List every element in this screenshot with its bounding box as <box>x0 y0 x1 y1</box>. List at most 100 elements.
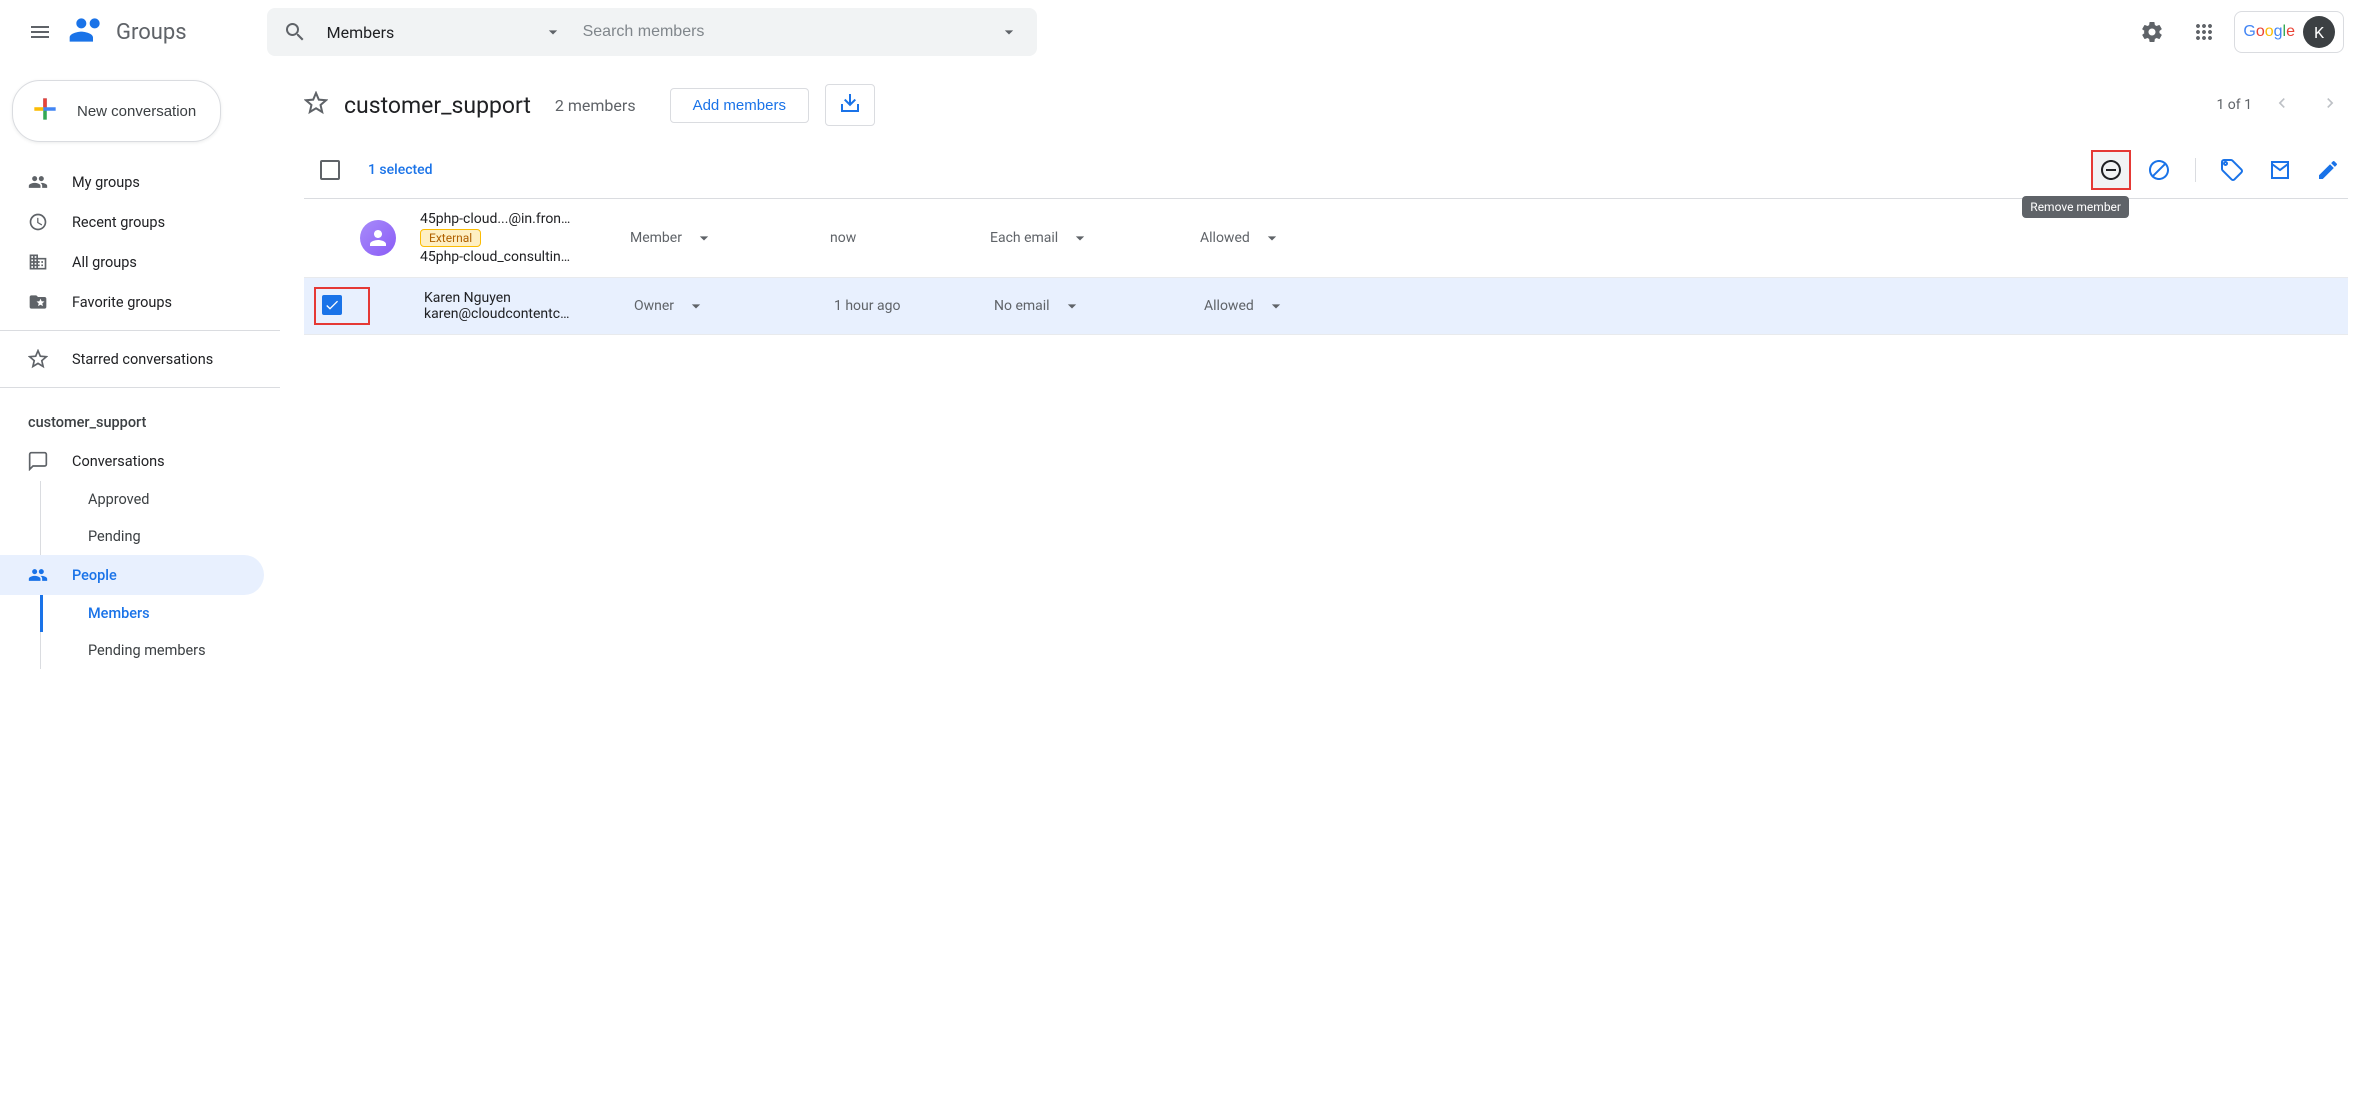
conversations-icon <box>28 451 52 471</box>
search-scope-dropdown[interactable]: Members <box>315 22 575 42</box>
member-info: 45php-cloud...@in.fron… External 45php-clo… <box>420 211 630 265</box>
ban-member-button[interactable] <box>2139 150 2179 190</box>
app-name: Groups <box>116 20 187 45</box>
group-section-header: customer_support <box>0 404 264 441</box>
people-icon <box>28 172 52 192</box>
external-badge: External <box>420 229 481 247</box>
person-icon <box>366 226 390 250</box>
member-count: 2 members <box>555 96 636 115</box>
clock-icon <box>28 212 52 232</box>
join-date: 1 hour ago <box>834 298 994 314</box>
member-name: 45php-cloud...@in.fron… <box>420 211 630 227</box>
nav-starred[interactable]: Starred conversations <box>0 339 264 379</box>
page-title: customer_support <box>344 92 531 119</box>
member-email: 45php-cloud_consultin… <box>420 249 630 265</box>
apps-button[interactable] <box>2182 10 2226 54</box>
google-logo: Google <box>2243 23 2295 41</box>
search-box: Members <box>267 8 1037 56</box>
nav-pending-members[interactable]: Pending members <box>0 632 264 669</box>
sidebar: New conversation My groups Recent groups… <box>0 64 280 669</box>
folder-star-icon <box>28 292 52 312</box>
role-dropdown[interactable]: Owner <box>634 296 834 316</box>
chevron-down-icon <box>1266 296 1286 316</box>
next-page-button[interactable] <box>2312 85 2348 125</box>
hamburger-icon <box>28 20 52 44</box>
role-dropdown[interactable]: Member <box>630 228 830 248</box>
remove-member-tooltip: Remove member <box>2022 196 2129 218</box>
download-icon <box>838 91 862 115</box>
divider <box>0 330 280 331</box>
domain-icon <box>28 252 52 272</box>
subscription-dropdown[interactable]: No email <box>994 296 1204 316</box>
remove-member-button[interactable]: Remove member <box>2091 150 2131 190</box>
posting-dropdown[interactable]: Allowed <box>1200 228 1360 248</box>
chevron-down-icon <box>686 296 706 316</box>
nav-recent-groups[interactable]: Recent groups <box>0 202 264 242</box>
search-input[interactable] <box>575 23 989 41</box>
email-button[interactable] <box>2260 150 2300 190</box>
star-icon <box>28 349 52 369</box>
member-email: karen@cloudcontentc… <box>424 306 634 322</box>
member-name: Karen Nguyen <box>424 290 634 306</box>
edit-button[interactable] <box>2308 150 2348 190</box>
search-filter-button[interactable] <box>989 22 1029 42</box>
pagination: 1 of 1 <box>2216 85 2348 125</box>
nav-conversations[interactable]: Conversations <box>0 441 264 481</box>
divider <box>0 387 280 388</box>
select-all-checkbox[interactable] <box>320 160 340 180</box>
new-conversation-label: New conversation <box>77 103 196 120</box>
nav-approved[interactable]: Approved <box>0 481 264 518</box>
app-header: Groups Members Google K <box>0 0 2360 64</box>
chevron-down-icon <box>1262 228 1282 248</box>
account-box[interactable]: Google K <box>2234 11 2344 53</box>
app-logo[interactable]: Groups <box>68 10 187 54</box>
account-avatar: K <box>2303 16 2335 48</box>
header-right: Google K <box>2130 10 2344 54</box>
nav-my-groups[interactable]: My groups <box>0 162 264 202</box>
divider <box>2195 158 2196 182</box>
main-menu-button[interactable] <box>16 8 64 56</box>
row-checkbox[interactable] <box>320 228 340 248</box>
check-icon <box>324 297 340 313</box>
apps-grid-icon <box>2192 20 2216 44</box>
remove-circle-icon <box>2099 158 2123 182</box>
subscription-dropdown[interactable]: Each email <box>990 228 1200 248</box>
add-members-button[interactable]: Add members <box>670 88 809 123</box>
page-header: customer_support 2 members Add members 1… <box>304 64 2348 142</box>
selection-toolbar: 1 selected Remove member <box>304 142 2348 199</box>
selection-count: 1 selected <box>368 162 433 178</box>
pencil-icon <box>2316 158 2340 182</box>
content-area: customer_support 2 members Add members 1… <box>280 64 2360 669</box>
prev-page-button[interactable] <box>2264 85 2300 125</box>
nav-pending[interactable]: Pending <box>0 518 264 555</box>
settings-button[interactable] <box>2130 10 2174 54</box>
label-button[interactable] <box>2212 150 2252 190</box>
member-avatar <box>360 220 396 256</box>
join-date: now <box>830 230 990 246</box>
pagination-text: 1 of 1 <box>2216 97 2252 113</box>
new-conversation-button[interactable]: New conversation <box>12 80 221 142</box>
chevron-left-icon <box>2272 93 2292 113</box>
chevron-down-icon <box>543 22 563 42</box>
nav-favorite-groups[interactable]: Favorite groups <box>0 282 264 322</box>
nav-members[interactable]: Members <box>0 595 264 632</box>
member-row[interactable]: Karen Nguyenkaren@cloudcontentc…Owner1 h… <box>304 278 2348 335</box>
action-icons: Remove member <box>2091 150 2348 190</box>
download-button[interactable] <box>825 84 875 126</box>
member-info: Karen Nguyenkaren@cloudcontentc… <box>424 290 634 322</box>
label-icon <box>2220 158 2244 182</box>
people-icon <box>28 565 52 585</box>
nav-all-groups[interactable]: All groups <box>0 242 264 282</box>
chevron-down-icon <box>999 22 1019 42</box>
plus-icon <box>29 93 61 129</box>
chevron-right-icon <box>2320 93 2340 113</box>
search-scope-label: Members <box>327 23 395 42</box>
posting-dropdown[interactable]: Allowed <box>1204 296 1364 316</box>
nav-people[interactable]: People <box>0 555 264 595</box>
search-icon[interactable] <box>275 20 315 44</box>
row-checkbox[interactable] <box>322 295 342 315</box>
gear-icon <box>2140 20 2164 44</box>
chevron-down-icon <box>1062 296 1082 316</box>
star-group-button[interactable] <box>304 91 328 119</box>
chevron-down-icon <box>1070 228 1090 248</box>
